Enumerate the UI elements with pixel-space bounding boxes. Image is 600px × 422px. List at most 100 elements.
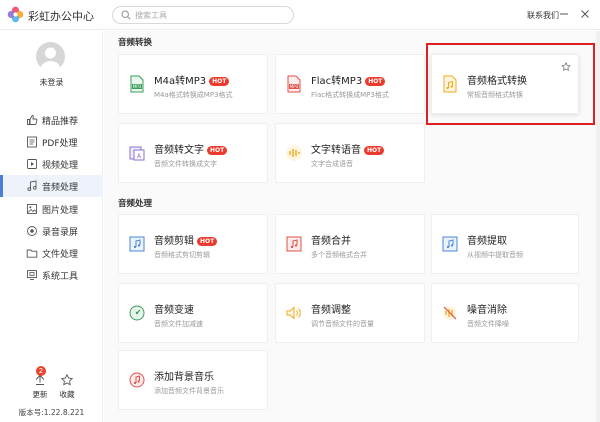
sidebar-item-label: 音频处理 xyxy=(42,183,79,193)
record-icon xyxy=(27,226,37,236)
sidebar-item-pdf[interactable]: PDF处理 xyxy=(0,131,103,153)
card-description: Flac格式转换成MP3格式 xyxy=(311,91,389,99)
sidebar-item-image[interactable]: 图片处理 xyxy=(0,198,103,220)
card-description: 音频文件加减速 xyxy=(154,320,203,328)
image-icon xyxy=(27,204,37,214)
card-title: Flac转MP3 xyxy=(311,76,363,87)
tool-card-audio-cut[interactable]: 音频剪辑 HOT 音频格式剪切剪辑 xyxy=(118,214,268,274)
card-description: 调节音频文件的音量 xyxy=(311,320,374,328)
tool-card-add-background-music[interactable]: 添加背景音乐 添加音频文件背景音乐 xyxy=(118,350,268,410)
svg-text:MP3: MP3 xyxy=(133,84,142,89)
music-note-icon xyxy=(27,180,37,192)
card-title-row: M4a转MP3 HOT xyxy=(154,72,230,87)
search-icon xyxy=(121,10,131,20)
card-title: 音频调整 xyxy=(311,305,351,316)
card-description: 音频文件降噪 xyxy=(467,320,509,328)
sidebar-item-file[interactable]: 文件处理 xyxy=(0,242,103,264)
mp3-file-icon: MP3 xyxy=(287,75,301,93)
sidebar-item-audio[interactable]: 音频处理 xyxy=(0,175,103,197)
card-title-row: Flac转MP3 HOT xyxy=(311,72,386,87)
sidebar-item-system[interactable]: 系统工具 xyxy=(0,264,103,286)
app-title: 彩虹办公中心 xyxy=(28,10,94,23)
hot-badge: HOT xyxy=(209,77,230,86)
background-music-icon xyxy=(129,372,145,388)
sidebar-item-label: 文件处理 xyxy=(42,250,79,260)
close-button[interactable] xyxy=(578,7,592,21)
user-avatar-icon xyxy=(40,47,61,71)
version-text: 版本号:1.22.8.221 xyxy=(18,408,85,417)
tool-card-noise-removal[interactable]: 噪音消除 音频文件降噪 xyxy=(431,283,579,343)
mp3-file-icon: MP3 xyxy=(130,75,144,93)
card-title: 文字转语音 xyxy=(311,145,361,156)
card-title: 噪音消除 xyxy=(467,305,507,316)
search-box[interactable] xyxy=(112,6,294,24)
voice-wave-icon xyxy=(286,145,302,161)
card-description: 音频格式剪切剪辑 xyxy=(154,251,210,259)
search-input[interactable] xyxy=(135,8,285,23)
sidebar-item-label: PDF处理 xyxy=(42,139,78,149)
section-title-audio-convert: 音频转换 xyxy=(118,38,153,48)
card-title: 音频合并 xyxy=(311,236,351,247)
highlight-box xyxy=(426,43,595,125)
card-title-row: 文字转语音 HOT xyxy=(311,141,385,156)
card-title-row: 音频转文字 HOT xyxy=(154,141,228,156)
minimize-icon xyxy=(560,13,568,15)
tool-card-audio-to-text[interactable]: A 音频转文字 HOT 音频文件转换成文字 xyxy=(118,123,268,183)
card-title: 音频提取 xyxy=(467,236,507,247)
login-status[interactable]: 未登录 xyxy=(0,77,103,88)
tool-card-text-to-speech[interactable]: 文字转语音 HOT 文字合成语音 xyxy=(275,123,425,183)
card-description: 文字合成语音 xyxy=(311,160,353,168)
section-title-audio-process: 音频处理 xyxy=(118,199,153,209)
sidebar-item-label: 视频处理 xyxy=(42,161,79,171)
card-title: 音频转文字 xyxy=(154,145,204,156)
sidebar-item-label: 精品推荐 xyxy=(42,117,79,127)
thumbs-up-icon xyxy=(27,115,38,125)
noise-cancel-icon xyxy=(443,306,457,320)
card-title: 添加背景音乐 xyxy=(154,372,214,383)
sidebar-item-label: 系统工具 xyxy=(42,272,79,282)
hot-badge: HOT xyxy=(197,237,218,246)
scrollbar[interactable] xyxy=(596,31,600,422)
sidebar-item-video[interactable]: 视频处理 xyxy=(0,153,103,175)
folder-icon xyxy=(26,249,38,258)
favorites-label: 收藏 xyxy=(59,390,75,399)
card-title: 音频变速 xyxy=(154,305,194,316)
system-icon xyxy=(27,270,37,280)
audio-to-text-icon: A xyxy=(129,146,145,161)
volume-icon xyxy=(286,306,301,320)
sidebar-item-recommend[interactable]: 精品推荐 xyxy=(0,109,103,131)
tool-card-audio-speed[interactable]: 音频变速 音频文件加减速 xyxy=(118,283,268,343)
tool-card-m4a-to-mp3[interactable]: MP3 M4a转MP3 HOT M4a格式转换成MP3格式 xyxy=(118,54,268,114)
card-title: M4a转MP3 xyxy=(154,76,207,87)
title-bar: 彩虹办公中心 联系我们 xyxy=(0,0,600,30)
contact-us-link[interactable]: 联系我们 xyxy=(527,10,559,21)
tool-card-flac-to-mp3[interactable]: MP3 Flac转MP3 HOT Flac格式转换成MP3格式 xyxy=(275,54,425,114)
audio-merge-icon xyxy=(286,236,302,252)
close-icon xyxy=(581,10,589,18)
sidebar: 未登录 精品推荐 PDF处理 视频处理 音频处理 图片处理 录音录屏 文件处理 … xyxy=(0,31,103,422)
hot-badge: HOT xyxy=(365,77,386,86)
card-description: 从视频中提取音频 xyxy=(467,251,523,259)
sidebar-item-record[interactable]: 录音录屏 xyxy=(0,220,103,242)
tool-card-audio-merge[interactable]: 音频合并 多个音频格式合并 xyxy=(275,214,425,274)
favorites-button[interactable]: 收藏 xyxy=(55,371,79,399)
avatar[interactable] xyxy=(36,42,65,71)
card-description: 音频文件转换成文字 xyxy=(154,160,217,168)
card-title: 音频剪辑 xyxy=(154,236,194,247)
sidebar-item-label: 图片处理 xyxy=(42,206,79,216)
pdf-icon xyxy=(27,136,37,148)
sidebar-item-label: 录音录屏 xyxy=(42,228,79,238)
update-count-badge: 2 xyxy=(36,366,46,376)
tool-card-audio-adjust[interactable]: 音频调整 调节音频文件的音量 xyxy=(275,283,425,343)
svg-text:MP3: MP3 xyxy=(290,84,299,89)
card-description: 添加音频文件背景音乐 xyxy=(154,387,224,395)
hot-badge: HOT xyxy=(364,146,385,155)
speed-dial-icon xyxy=(129,305,145,321)
card-description: 多个音频格式合并 xyxy=(311,251,367,259)
video-icon xyxy=(27,159,37,169)
hot-badge: HOT xyxy=(207,146,228,155)
star-icon xyxy=(60,373,74,386)
minimize-button[interactable] xyxy=(557,7,571,21)
tool-card-audio-extract[interactable]: 音频提取 从视频中提取音频 xyxy=(431,214,579,274)
card-title-row: 音频剪辑 HOT xyxy=(154,232,218,247)
